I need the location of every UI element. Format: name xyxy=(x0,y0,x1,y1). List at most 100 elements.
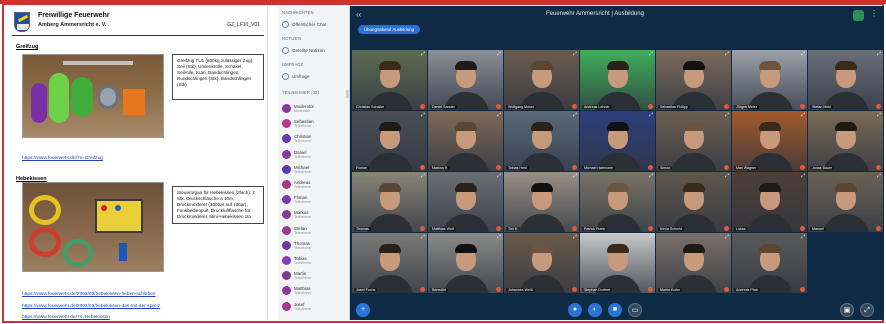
participant-item[interactable]: Christian Teilnehmer xyxy=(282,133,346,145)
video-tile[interactable]: Max Wagner ⤢ xyxy=(732,111,807,171)
plus-icon[interactable]: + xyxy=(356,303,370,317)
hebekissen-link-3[interactable]: https://www.feuerwehr.de/?s=Hebekissen xyxy=(22,315,110,320)
expand-icon[interactable]: ⤢ xyxy=(497,173,501,179)
video-tile[interactable]: Andreas Pfab ⤢ xyxy=(732,233,807,293)
video-tile[interactable]: Manuel ⤢ xyxy=(808,172,883,232)
participant-item[interactable]: Michael Teilnehmer xyxy=(282,164,346,176)
muted-mic-icon xyxy=(800,287,805,292)
participant-item[interactable]: Thomas Teilnehmer xyxy=(282,240,346,252)
expand-icon[interactable]: ⤢ xyxy=(801,234,805,240)
hebekissen-link-1[interactable]: https://www.feuerwehr.de/2003/03/hebekis… xyxy=(22,292,156,297)
video-tile[interactable]: Sebastian Philipp ⤢ xyxy=(656,50,731,110)
microphone-icon[interactable]: ● xyxy=(568,303,582,317)
expand-icon[interactable]: ⤢ xyxy=(725,112,729,118)
expand-icon[interactable]: ⤢ xyxy=(877,51,881,57)
sidebar-item-public-chat[interactable]: Öffentlicher Chat xyxy=(282,19,346,29)
muted-mic-icon xyxy=(572,226,577,231)
video-tile[interactable]: Michael Hartmann ⤢ xyxy=(580,111,655,171)
participant-hair xyxy=(682,122,705,131)
participant-item[interactable]: Martin Teilnehmer xyxy=(282,270,346,282)
expand-icon[interactable]: ⤢ xyxy=(649,234,653,240)
video-tile[interactable]: Josef Fuchs ⤢ xyxy=(352,233,427,293)
participant-hair xyxy=(606,122,629,131)
video-tile[interactable]: Matthias Wolf ⤢ xyxy=(428,172,503,232)
participant-item[interactable]: Sebastian Teilnehmer xyxy=(282,118,346,130)
video-tile[interactable]: Wolfgang Moser ⤢ xyxy=(504,50,579,110)
expand-icon[interactable]: ⤢ xyxy=(877,112,881,118)
expand-icon[interactable]: ⤢ xyxy=(801,112,805,118)
expand-icon[interactable]: ⤢ xyxy=(649,51,653,57)
participant-item[interactable]: Tobias Teilnehmer xyxy=(282,255,346,267)
expand-icon[interactable]: ⤢ xyxy=(573,234,577,240)
expand-icon[interactable]: ⤢ xyxy=(725,234,729,240)
expand-icon[interactable]: ⤢ xyxy=(497,234,501,240)
participant-item[interactable]: Josef Teilnehmer xyxy=(282,301,346,313)
participant-item[interactable]: Markus Teilnehmer xyxy=(282,209,346,221)
participant-role: Teilnehmer xyxy=(294,169,312,174)
expand-icon[interactable]: ⤢ xyxy=(497,51,501,57)
video-tile[interactable]: Thomas ⤢ xyxy=(352,172,427,232)
participant-hair xyxy=(378,122,401,131)
participant-item[interactable]: Moderator Moderator xyxy=(282,103,346,115)
participant-item[interactable]: Daniel Teilnehmer xyxy=(282,149,346,161)
section-title-greifzug: Greifzug xyxy=(16,44,39,50)
participant-role: Teilnehmer xyxy=(294,185,312,189)
video-tile[interactable]: Florian ⤢ xyxy=(352,111,427,171)
muted-mic-icon xyxy=(496,165,501,170)
video-tile[interactable]: Stefan Mirkl ⤢ xyxy=(808,50,883,110)
meeting-app: Nachrichten Öffentlicher Chat Notizen Ge… xyxy=(278,6,884,320)
expand-icon[interactable]: ⤢ xyxy=(649,173,653,179)
participant-item[interactable]: Stefan Teilnehmer xyxy=(282,225,346,237)
expand-icon[interactable]: ⤢ xyxy=(801,173,805,179)
greifzug-link[interactable]: https://www.feuerwehr.de/?s=Greifzug xyxy=(22,156,103,161)
expand-icon[interactable]: ⤢ xyxy=(421,173,425,179)
participant-hair xyxy=(758,122,781,131)
hebekissen-link-2[interactable]: https://www.feuerwehr.de/2003/03/hebekis… xyxy=(22,304,160,309)
muted-mic-icon xyxy=(572,287,577,292)
video-tile[interactable]: Christian Schaller ⤢ xyxy=(352,50,427,110)
expand-icon[interactable]: ⤢ xyxy=(573,112,577,118)
expand-icon[interactable]: ⤢ xyxy=(801,51,805,57)
video-tile[interactable]: Kevin Schmid ⤢ xyxy=(656,172,731,232)
expand-icon[interactable]: ⤢ xyxy=(877,173,881,179)
back-arrow-icon[interactable]: ‹‹ xyxy=(356,10,361,19)
fullscreen-icon[interactable]: ⤢ xyxy=(860,303,874,317)
video-tile[interactable]: Jürgen Meier ⤢ xyxy=(732,50,807,110)
video-tile[interactable]: Tim K. ⤢ xyxy=(504,172,579,232)
video-tile[interactable]: Andreas Lehner ⤢ xyxy=(580,50,655,110)
expand-icon[interactable]: ⤢ xyxy=(725,51,729,57)
participant-item[interactable]: Matthias Teilnehmer xyxy=(282,285,346,297)
settings-icon[interactable]: ▣ xyxy=(840,303,854,317)
expand-icon[interactable]: ⤢ xyxy=(573,173,577,179)
video-tile[interactable]: Markus R. ⤢ xyxy=(428,111,503,171)
screen-share-icon[interactable]: ▭ xyxy=(628,303,642,317)
expand-icon[interactable]: ⤢ xyxy=(725,173,729,179)
expand-icon[interactable]: ⤢ xyxy=(649,112,653,118)
expand-icon[interactable]: ⤢ xyxy=(421,51,425,57)
camera-icon[interactable]: ■ xyxy=(608,303,622,317)
video-tile[interactable]: Patrick Frank ⤢ xyxy=(580,172,655,232)
user-avatar[interactable] xyxy=(853,10,864,21)
video-tile-name: Patrick Frank xyxy=(582,227,608,231)
expand-icon[interactable]: ⤢ xyxy=(573,51,577,57)
video-tile[interactable]: Johannes Weiß ⤢ xyxy=(504,233,579,293)
sidebar-item-poll[interactable]: Umfrage xyxy=(282,71,346,81)
headset-icon[interactable]: ◐ xyxy=(588,303,602,317)
video-tile[interactable]: Martin Koller ⤢ xyxy=(656,233,731,293)
video-tile[interactable]: Stephan Dorfner ⤢ xyxy=(580,233,655,293)
participant-item[interactable]: Florian Teilnehmer xyxy=(282,194,346,206)
participant-role: Teilnehmer xyxy=(294,124,312,129)
video-tile[interactable]: Simon ⤢ xyxy=(656,111,731,171)
video-tile[interactable]: Lukas ⤢ xyxy=(732,172,807,232)
expand-icon[interactable]: ⤢ xyxy=(421,234,425,240)
sidebar-item-shared-notes[interactable]: Geteilte Notizen xyxy=(282,45,346,55)
expand-icon[interactable]: ⤢ xyxy=(421,112,425,118)
more-options-icon[interactable]: ⋮ xyxy=(870,9,878,18)
video-tile[interactable]: Tobias Held ⤢ xyxy=(504,111,579,171)
video-tile[interactable]: Benedikt ⤢ xyxy=(428,233,503,293)
participant-item[interactable]: Andreas Teilnehmer xyxy=(282,179,346,191)
muted-mic-icon xyxy=(420,104,425,109)
video-tile[interactable]: Jonas Bauer ⤢ xyxy=(808,111,883,171)
video-tile[interactable]: Daniel Sander ⤢ xyxy=(428,50,503,110)
expand-icon[interactable]: ⤢ xyxy=(497,112,501,118)
